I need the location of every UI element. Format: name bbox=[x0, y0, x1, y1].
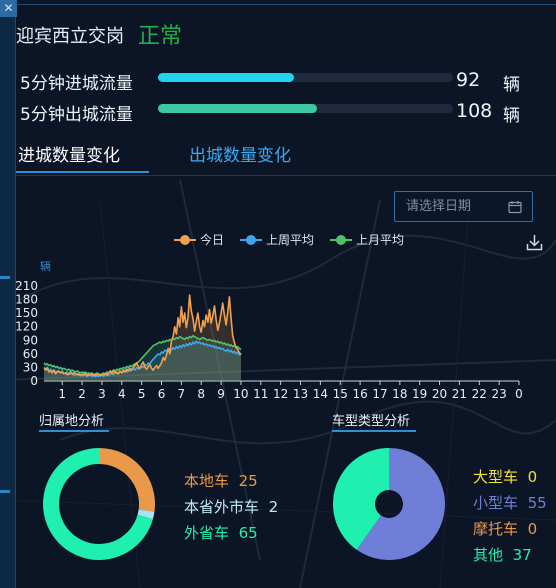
vehicle-label: 大型车 bbox=[473, 468, 519, 486]
vehicle-legend-other: 其他 37 bbox=[473, 544, 532, 565]
origin-donut-chart bbox=[43, 448, 155, 560]
legend-item-last-week[interactable]: 上周平均 bbox=[240, 231, 314, 248]
origin-title-underline bbox=[39, 430, 109, 432]
origin-legend-local: 本地车 25 bbox=[184, 470, 258, 491]
active-tab-indicator bbox=[16, 171, 149, 173]
legend-label: 上周平均 bbox=[266, 233, 315, 247]
origin-value: 65 bbox=[238, 524, 258, 542]
x-tick-label: 12 bbox=[273, 387, 288, 401]
x-tick-label: 8 bbox=[197, 387, 205, 401]
outbound-flow-bar bbox=[158, 104, 453, 113]
x-tick-label: 4 bbox=[118, 387, 126, 401]
station-name: 迎宾西立交岗 bbox=[16, 26, 124, 47]
vehicle-title-underline bbox=[332, 430, 416, 432]
origin-legend-out-province: 外省车 65 bbox=[184, 522, 258, 543]
x-tick-label: 3 bbox=[98, 387, 106, 401]
origin-label: 本省外市车 bbox=[184, 498, 260, 516]
origin-legend-in-province: 本省外市车 2 bbox=[184, 496, 278, 517]
y-tick-label: 180 bbox=[15, 293, 38, 307]
status-text: 正常 bbox=[138, 24, 183, 49]
date-picker[interactable] bbox=[394, 191, 533, 222]
calendar-icon[interactable] bbox=[508, 200, 522, 214]
vehicle-type-analysis-title: 车型类型分析 bbox=[332, 414, 411, 429]
legend-item-last-month[interactable]: 上月平均 bbox=[330, 231, 404, 248]
outbound-flow-bar-fill bbox=[158, 104, 318, 113]
x-tick-label: 5 bbox=[138, 387, 146, 401]
origin-value: 25 bbox=[238, 472, 258, 490]
strip-tick bbox=[0, 490, 10, 493]
x-tick-label: 6 bbox=[158, 387, 166, 401]
outbound-flow-value: 108 bbox=[456, 100, 493, 122]
inbound-flow-unit: 辆 bbox=[503, 75, 520, 95]
outbound-flow-unit: 辆 bbox=[503, 106, 520, 126]
vehicle-legend-motorcycle: 摩托车 0 bbox=[473, 518, 537, 539]
x-tick-label: 19 bbox=[412, 387, 427, 401]
vehicle-value: 37 bbox=[512, 546, 532, 564]
vehicle-legend-large: 大型车 0 bbox=[473, 466, 537, 487]
legend-label: 上月平均 bbox=[356, 233, 405, 247]
x-tick-label: 21 bbox=[452, 387, 467, 401]
x-tick-label: 1 bbox=[58, 387, 66, 401]
x-tick-label: 17 bbox=[372, 387, 387, 401]
legend-item-today[interactable]: 今日 bbox=[174, 231, 224, 248]
y-tick-label: 60 bbox=[23, 347, 38, 361]
origin-label: 本地车 bbox=[184, 472, 230, 490]
tab-outbound-change[interactable]: 出城数量变化 bbox=[189, 141, 291, 166]
y-tick-label: 0 bbox=[30, 374, 38, 388]
vehicle-legend-small: 小型车 55 bbox=[473, 492, 547, 513]
x-tick-label: 0 bbox=[515, 387, 523, 401]
vehicle-label: 小型车 bbox=[473, 494, 519, 512]
x-tick-label: 16 bbox=[352, 387, 367, 401]
origin-value: 2 bbox=[268, 498, 279, 516]
y-tick-label: 120 bbox=[15, 320, 38, 334]
traffic-line-chart: 辆03060901201501802101 2 3 4 5 6 7 8 9 10 11 12 13 14 1… bbox=[15, 259, 523, 401]
origin-label: 外省车 bbox=[184, 524, 230, 542]
download-icon[interactable] bbox=[526, 234, 543, 251]
y-tick-label: 90 bbox=[23, 333, 38, 347]
origin-slice[interactable] bbox=[99, 448, 155, 512]
close-icon[interactable]: ✕ bbox=[0, 0, 17, 17]
x-tick-label: 15 bbox=[333, 387, 348, 401]
legend-label: 今日 bbox=[200, 233, 225, 247]
vehicle-label: 摩托车 bbox=[473, 520, 519, 538]
x-tick-label: 7 bbox=[178, 387, 186, 401]
x-tick-label: 2 bbox=[78, 387, 86, 401]
tab-inbound-change[interactable]: 进城数量变化 bbox=[18, 141, 120, 166]
outbound-flow-label: 5分钟出城流量 bbox=[20, 105, 133, 125]
vehicle-value: 0 bbox=[527, 520, 538, 538]
y-tick-label: 30 bbox=[23, 360, 38, 374]
vehicle-value: 55 bbox=[527, 494, 547, 512]
x-tick-label: 10 bbox=[233, 387, 248, 401]
y-tick-label: 210 bbox=[15, 279, 38, 293]
tab-divider bbox=[16, 175, 556, 176]
date-input[interactable] bbox=[395, 192, 503, 221]
inbound-flow-label: 5分钟进城流量 bbox=[20, 74, 133, 94]
x-tick-label: 14 bbox=[313, 387, 328, 401]
y-axis-label: 辆 bbox=[40, 259, 51, 273]
inbound-flow-bar bbox=[158, 73, 453, 82]
x-tick-label: 23 bbox=[491, 387, 506, 401]
inbound-flow-bar-fill bbox=[158, 73, 294, 82]
vehicle-value: 0 bbox=[527, 468, 538, 486]
x-tick-label: 11 bbox=[253, 387, 268, 401]
x-tick-label: 18 bbox=[392, 387, 407, 401]
inbound-flow-value: 92 bbox=[456, 69, 481, 91]
x-tick-label: 9 bbox=[217, 387, 225, 401]
series-area-0 bbox=[44, 295, 241, 381]
x-tick-label: 13 bbox=[293, 387, 308, 401]
vehicle-label: 其他 bbox=[473, 546, 504, 564]
vehicle-type-donut-chart bbox=[333, 448, 445, 560]
x-tick-label: 20 bbox=[432, 387, 447, 401]
x-tick-label: 22 bbox=[472, 387, 487, 401]
y-tick-label: 150 bbox=[15, 306, 38, 320]
origin-analysis-title: 归属地分析 bbox=[39, 414, 105, 429]
